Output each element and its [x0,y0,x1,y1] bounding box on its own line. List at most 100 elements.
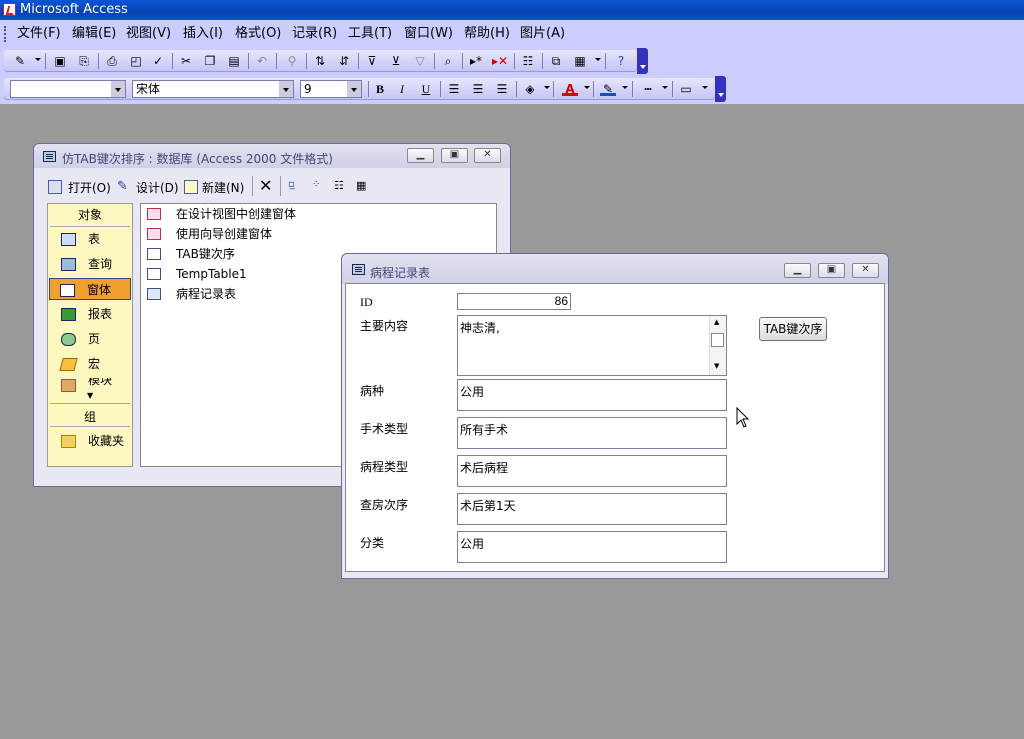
hyperlink-icon[interactable]: ⚲ [284,54,300,68]
close-button[interactable]: ✕ [852,263,879,278]
open-button[interactable]: 打开(O) [68,179,111,196]
cut-icon[interactable]: ✂ [178,54,194,68]
line-color-dropdown-icon[interactable] [622,86,628,89]
small-icons-icon[interactable]: ⁘ [312,179,320,190]
fill-color-dropdown-icon[interactable] [544,86,550,89]
design-icon[interactable]: ✎ [117,179,128,194]
database-window-icon[interactable]: ⧉ [548,54,564,68]
large-icons-icon[interactable]: ▫̲ [288,179,295,190]
new-object-dropdown-icon[interactable] [595,58,601,61]
save-icon[interactable]: ▣ [52,54,68,68]
filter-by-form-icon[interactable]: ⊻ [388,54,404,68]
font-name-combo[interactable]: 宋体 [132,80,294,98]
chevron-down-icon[interactable] [347,81,361,97]
line-width-dropdown-icon[interactable] [662,86,668,89]
new-button[interactable]: 新建(N) [202,179,244,196]
form-window-titlebar[interactable]: 病程记录表 ▁ ▣ ✕ [342,254,888,284]
menu-tools[interactable]: 工具(T) [348,26,392,42]
line-color-icon[interactable]: ✎ [600,82,616,96]
new-object-icon[interactable]: ▦ [572,54,588,68]
details-view-icon[interactable]: ▦ [356,179,366,192]
menu-edit[interactable]: 编辑(E) [72,26,116,42]
align-right-icon[interactable]: ☰ [494,82,510,96]
special-effect-icon[interactable]: ▭ [678,82,694,96]
content-field[interactable]: 神志清, ▲ ▼ [457,315,727,376]
open-icon[interactable] [48,180,62,194]
print-icon[interactable]: ⎙ [104,54,120,68]
design-button[interactable]: 设计(D) [136,179,179,196]
object-pages[interactable]: 页 [50,328,130,350]
disease-field[interactable]: 公用 [457,379,727,411]
list-view-icon[interactable]: ☷ [334,179,344,192]
font-color-dropdown-icon[interactable] [584,86,590,89]
format-toolbar-options-icon[interactable] [715,76,726,102]
new-icon[interactable] [184,180,198,194]
menu-insert[interactable]: 插入(I) [183,26,223,42]
font-size-combo[interactable]: 9 [300,80,362,98]
object-macros[interactable]: 宏 [50,353,130,375]
filter-by-selection-icon[interactable]: ⊽ [364,54,380,68]
groups-header[interactable]: 组 [48,408,132,425]
delete-record-icon[interactable]: ▸✕ [492,54,508,68]
menu-file[interactable]: 文件(F) [17,26,61,42]
restore-button[interactable]: ▣ [441,148,468,163]
object-forms-selected[interactable]: 窗体 [49,278,131,300]
object-tables[interactable]: 表 [50,228,130,250]
menu-view[interactable]: 视图(V) [126,26,171,42]
sort-descending-icon[interactable]: ⇵ [336,54,352,68]
surgery-type-field[interactable]: 所有手术 [457,417,727,449]
copy-icon[interactable]: ❐ [202,54,218,68]
object-queries[interactable]: 查询 [50,253,130,275]
tab-order-button[interactable]: TAB键次序 [759,317,827,341]
spelling-icon[interactable]: ✓ [150,54,166,68]
special-effect-dropdown-icon[interactable] [702,86,708,89]
font-color-icon[interactable]: A [562,82,578,96]
scroll-down-icon[interactable]: ▼ [714,362,719,370]
view-design-icon[interactable]: ✎ [12,54,28,68]
find-icon[interactable]: ⌕ [440,54,456,68]
apply-filter-icon[interactable]: ▽ [412,54,428,68]
access-app-icon[interactable] [3,3,16,16]
scroll-thumb[interactable] [711,333,724,347]
id-field[interactable]: 86 [457,293,571,310]
menu-format[interactable]: 格式(O) [235,26,281,42]
print-preview-icon[interactable]: ◰ [128,54,144,68]
restore-button[interactable]: ▣ [818,263,845,278]
underline-icon[interactable]: U [418,82,434,96]
close-button[interactable]: ✕ [474,148,501,163]
fill-color-icon[interactable]: ◈ [522,82,538,96]
course-type-field[interactable]: 术后病程 [457,455,727,487]
undo-icon[interactable]: ↶ [254,54,270,68]
minimize-button[interactable]: ▁ [407,148,434,163]
category-field[interactable]: 公用 [457,531,727,563]
align-center-icon[interactable]: ☰ [470,82,486,96]
scroll-up-icon[interactable]: ▲ [714,318,719,326]
content-scrollbar[interactable]: ▲ ▼ [709,316,726,375]
group-favorites[interactable]: 收藏夹 [50,430,130,452]
objects-header[interactable]: 对象 [48,206,132,223]
chevron-down-icon[interactable] [279,81,293,97]
new-record-icon[interactable]: ▸* [468,54,484,68]
object-reports[interactable]: 报表 [50,303,130,325]
menu-grip-handle[interactable] [4,26,8,42]
standard-toolbar-options-icon[interactable] [637,48,648,74]
object-selector[interactable] [10,80,126,98]
view-dropdown-icon[interactable] [35,58,41,61]
rounds-order-field[interactable]: 术后第1天 [457,493,727,525]
object-modules[interactable]: 模块 [50,378,130,392]
database-window-titlebar[interactable]: 仿TAB键次排序 : 数据库 (Access 2000 文件格式) ▁ ▣ ✕ [34,144,510,168]
line-width-icon[interactable]: ┅ [640,82,656,96]
menu-help[interactable]: 帮助(H) [464,26,510,42]
paste-icon[interactable]: ▤ [226,54,242,68]
menu-picture[interactable]: 图片(A) [520,26,565,42]
italic-icon[interactable]: I [394,82,410,96]
chevron-down-icon[interactable] [111,81,125,97]
help-icon[interactable]: ? [613,54,629,68]
file-search-icon[interactable]: ⎘ [76,54,92,68]
align-left-icon[interactable]: ☰ [446,82,462,96]
menu-records[interactable]: 记录(R) [292,26,337,42]
delete-icon[interactable]: ✕ [259,176,272,195]
minimize-button[interactable]: ▁ [784,263,811,278]
bold-icon[interactable]: B [372,82,388,96]
more-chevron-down-icon[interactable]: ▼ [87,391,93,400]
